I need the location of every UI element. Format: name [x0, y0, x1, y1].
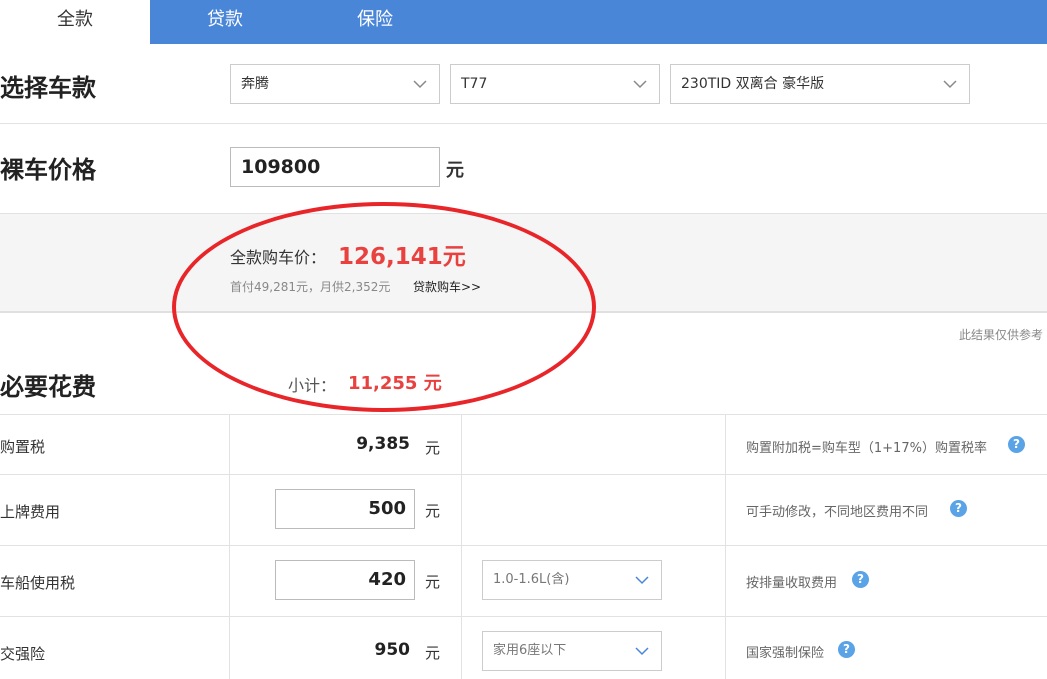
disclaimer-text: 此结果仅供参考 [958, 328, 1043, 342]
subtotal-label: 小计： [288, 376, 337, 395]
necessary-costs-title: 必要花费 [0, 373, 96, 401]
displacement-select[interactable]: 1.0-1.6L(含) [482, 560, 662, 600]
bare-price-title: 裸车价格 [0, 156, 96, 184]
bare-price-unit: 元 [446, 160, 464, 181]
table-column-divider [229, 414, 230, 679]
table-divider [0, 616, 1047, 617]
row-note: 国家强制保险 [746, 646, 825, 661]
compulsory-insurance-value: 950 [374, 640, 411, 660]
row-unit: 元 [425, 439, 441, 457]
brand-select[interactable]: 奔腾 [230, 64, 440, 104]
chevron-down-icon [635, 647, 649, 656]
row-note: 可手动修改，不同地区费用不同 [746, 505, 929, 520]
divider [0, 123, 1047, 124]
total-price-value: 126,141元 [338, 244, 466, 270]
tab-insurance[interactable]: 保险 [300, 0, 450, 44]
total-price-label: 全款购车价： [230, 248, 327, 267]
tab-loan[interactable]: 贷款 [150, 0, 300, 44]
table-divider [0, 414, 1047, 415]
row-note: 购置附加税=购车型（1+17%）购置税率 [746, 441, 987, 456]
help-icon[interactable]: ? [1008, 436, 1025, 453]
series-select-value: T77 [461, 76, 488, 92]
down-payment-text: 首付49,281元，月供2,352元 [230, 280, 391, 294]
trim-select-value: 230TID 双离合 豪华版 [681, 76, 825, 92]
row-label: 交强险 [0, 645, 46, 663]
series-select[interactable]: T77 [450, 64, 660, 104]
chevron-down-icon [943, 80, 957, 89]
row-label: 车船使用税 [0, 574, 76, 592]
row-unit: 元 [425, 644, 441, 662]
displacement-select-value: 1.0-1.6L(含) [493, 572, 570, 587]
row-label: 购置税 [0, 438, 46, 456]
bare-price-input[interactable]: 109800 [230, 147, 440, 187]
chevron-down-icon [413, 80, 427, 89]
loan-purchase-link[interactable]: 贷款购车>> [413, 278, 481, 295]
row-unit: 元 [425, 573, 441, 591]
row-note: 按排量收取费用 [746, 576, 838, 591]
seat-type-select-value: 家用6座以下 [493, 643, 567, 658]
vessel-tax-input[interactable]: 420 [275, 560, 415, 600]
table-divider [0, 474, 1047, 475]
trim-select[interactable]: 230TID 双离合 豪华版 [670, 64, 970, 104]
table-column-divider [461, 414, 462, 679]
table-column-divider [725, 414, 726, 679]
help-icon[interactable]: ? [838, 641, 855, 658]
subtotal-value: 11,255 元 [348, 373, 442, 394]
purchase-tax-value: 9,385 [356, 434, 410, 454]
tab-bar: 全款 贷款 保险 [0, 0, 1047, 44]
row-label: 上牌费用 [0, 503, 61, 521]
select-model-title: 选择车款 [0, 74, 96, 102]
seat-type-select[interactable]: 家用6座以下 [482, 631, 662, 671]
chevron-down-icon [635, 576, 649, 585]
help-icon[interactable]: ? [950, 500, 967, 517]
tab-full-payment[interactable]: 全款 [0, 0, 150, 44]
chevron-down-icon [633, 80, 647, 89]
registration-fee-input[interactable]: 500 [275, 489, 415, 529]
help-icon[interactable]: ? [852, 571, 869, 588]
row-unit: 元 [425, 502, 441, 520]
table-divider [0, 545, 1047, 546]
brand-select-value: 奔腾 [241, 76, 269, 92]
summary-panel: 全款购车价： 126,141元 首付49,281元，月供2,352元 贷款购车>… [0, 213, 1047, 313]
